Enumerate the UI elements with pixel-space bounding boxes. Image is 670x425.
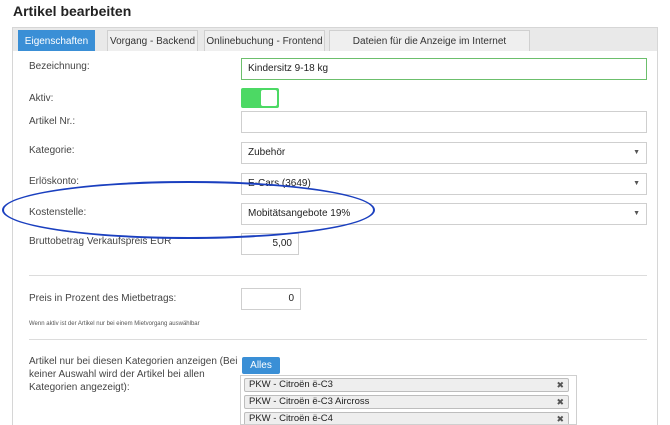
caret-down-icon: ▼: [633, 210, 640, 217]
aktiv-toggle[interactable]: [241, 88, 279, 108]
toggle-knob: [261, 90, 277, 106]
preis-prozent-label: Preis in Prozent des Mietbetrags:: [29, 293, 177, 304]
selected-category-chip: PKW - Citroën ë-C3 Aircross ✖: [244, 395, 569, 409]
tab-onlinebuchung-frontend[interactable]: Onlinebuchung - Frontend: [204, 30, 325, 52]
page-title: Artikel bearbeiten: [13, 3, 132, 19]
highlight-ellipse: [2, 181, 375, 239]
kategorie-value: Zubehör: [248, 147, 286, 158]
tab-vorgang-backend[interactable]: Vorgang - Backend: [107, 30, 198, 52]
kategorien-label-line-1: Artikel nur bei diesen Kategorien anzeig…: [29, 356, 238, 367]
remove-x-icon[interactable]: ✖: [556, 413, 564, 424]
preis-prozent-input[interactable]: 0: [241, 288, 301, 310]
bezeichnung-label: Bezeichnung:: [29, 61, 90, 72]
remove-x-icon[interactable]: ✖: [556, 379, 564, 391]
caret-down-icon: ▼: [633, 180, 640, 187]
bezeichnung-input[interactable]: Kindersitz 9-18 kg: [241, 58, 647, 80]
divider: [29, 275, 647, 276]
artikel-nr-label: Artikel Nr.:: [29, 116, 76, 127]
tab-eigenschaften[interactable]: Eigenschaften: [18, 30, 95, 52]
chip-label: PKW - Citroën ë-C3: [249, 379, 333, 390]
divider: [29, 339, 647, 340]
caret-down-icon: ▼: [633, 149, 640, 156]
kategorie-select[interactable]: Zubehör ▼: [241, 142, 647, 164]
chip-label: PKW - Citroën ë-C3 Aircross: [249, 396, 370, 407]
tab-dateien-hochladen[interactable]: Dateien für die Anzeige im Internet hoch…: [329, 30, 530, 68]
erloeskonto-label: Erlöskonto:: [29, 176, 80, 187]
aktiv-label: Aktiv:: [29, 93, 54, 104]
artikel-nr-input[interactable]: [241, 111, 647, 133]
kategorie-label: Kategorie:: [29, 145, 75, 156]
selected-category-chip: PKW - Citroën ë-C4 ✖: [244, 412, 569, 424]
remove-x-icon[interactable]: ✖: [556, 396, 564, 408]
selected-category-chip: PKW - Citroën ë-C3 ✖: [244, 378, 569, 392]
tab-bar: Eigenschaften Vorgang - Backend Onlinebu…: [12, 27, 658, 68]
preis-prozent-note: Wenn aktiv ist der Artikel nur bei einem…: [29, 321, 200, 327]
alles-button[interactable]: Alles: [242, 357, 280, 374]
kategorien-label-line-2: keiner Auswahl wird der Artikel bei alle…: [29, 369, 205, 380]
chip-label: PKW - Citroën ë-C4: [249, 413, 333, 424]
kategorien-label-line-3: Kategorien angezeigt):: [29, 382, 130, 393]
kategorien-multiselect[interactable]: PKW - Citroën ë-C3 ✖ PKW - Citroën ë-C3 …: [240, 375, 577, 425]
